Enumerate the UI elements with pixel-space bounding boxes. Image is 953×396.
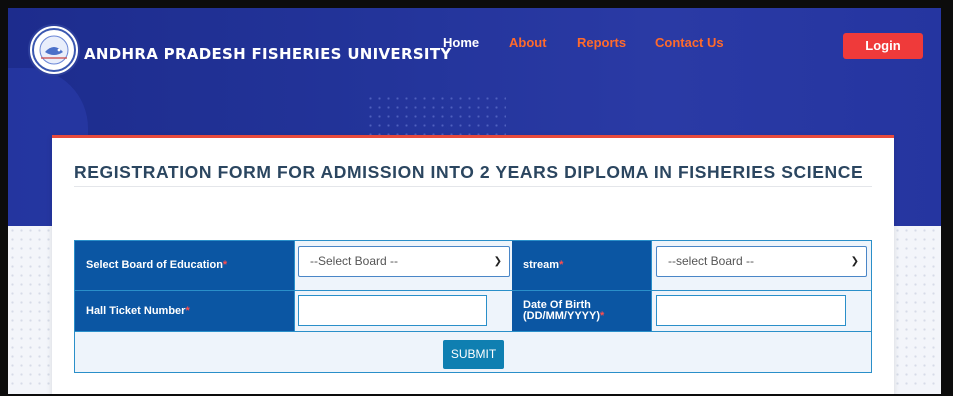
registration-form: Select Board of Education * --Select Boar… [74, 240, 872, 373]
board-label: Select Board of Education * [75, 241, 294, 290]
university-name[interactable]: ANDHRA PRADESH FISHERIES UNIVERSITY [84, 45, 452, 63]
nav-contact-us[interactable]: Contact Us [655, 35, 724, 50]
dob-label-line2: (DD/MM/YYYY) [523, 310, 600, 322]
nav-about[interactable]: About [509, 35, 547, 50]
required-mark: * [222, 259, 228, 271]
title-divider [74, 186, 872, 187]
dob-label: Date Of Birth (DD/MM/YYYY)* [512, 291, 651, 331]
stream-select-cell: --select Board -- ❯ [651, 241, 871, 290]
banner-dot-pattern [366, 94, 506, 140]
frame-top [0, 0, 953, 8]
hall-ticket-label: Hall Ticket Number * [75, 291, 294, 331]
required-mark: * [559, 259, 564, 271]
board-select[interactable]: --Select Board -- ❯ [298, 246, 510, 277]
nav-reports[interactable]: Reports [577, 35, 626, 50]
hall-ticket-cell [294, 291, 512, 331]
submit-button[interactable]: SUBMIT [443, 340, 504, 369]
required-mark: * [600, 310, 605, 322]
seal-graphic [32, 28, 76, 72]
board-label-text: Select Board of Education [86, 259, 223, 271]
board-select-value: --Select Board -- [310, 254, 399, 268]
stream-label-text: stream [523, 259, 560, 271]
login-button[interactable]: Login [843, 33, 923, 59]
nav-home[interactable]: Home [443, 35, 479, 50]
hall-ticket-label-text: Hall Ticket Number [86, 304, 186, 317]
dob-input[interactable] [656, 295, 846, 326]
stream-label: stream * [512, 241, 651, 290]
frame-right [941, 0, 953, 396]
required-mark: * [185, 304, 190, 317]
university-seal-icon[interactable] [28, 24, 80, 76]
board-select-cell: --Select Board -- ❯ [294, 241, 512, 290]
dob-cell [651, 291, 871, 331]
frame-left [0, 0, 8, 396]
chevron-down-icon: ❯ [493, 256, 502, 267]
background-dot-pattern-right [893, 226, 941, 386]
hall-ticket-input[interactable] [298, 295, 487, 326]
stream-select[interactable]: --select Board -- ❯ [656, 246, 867, 277]
row-divider [75, 331, 871, 332]
page-title: REGISTRATION FORM FOR ADMISSION INTO 2 Y… [74, 162, 864, 182]
chevron-down-icon: ❯ [850, 256, 859, 267]
registration-card: REGISTRATION FORM FOR ADMISSION INTO 2 Y… [52, 135, 894, 396]
stream-select-value: --select Board -- [668, 254, 755, 268]
